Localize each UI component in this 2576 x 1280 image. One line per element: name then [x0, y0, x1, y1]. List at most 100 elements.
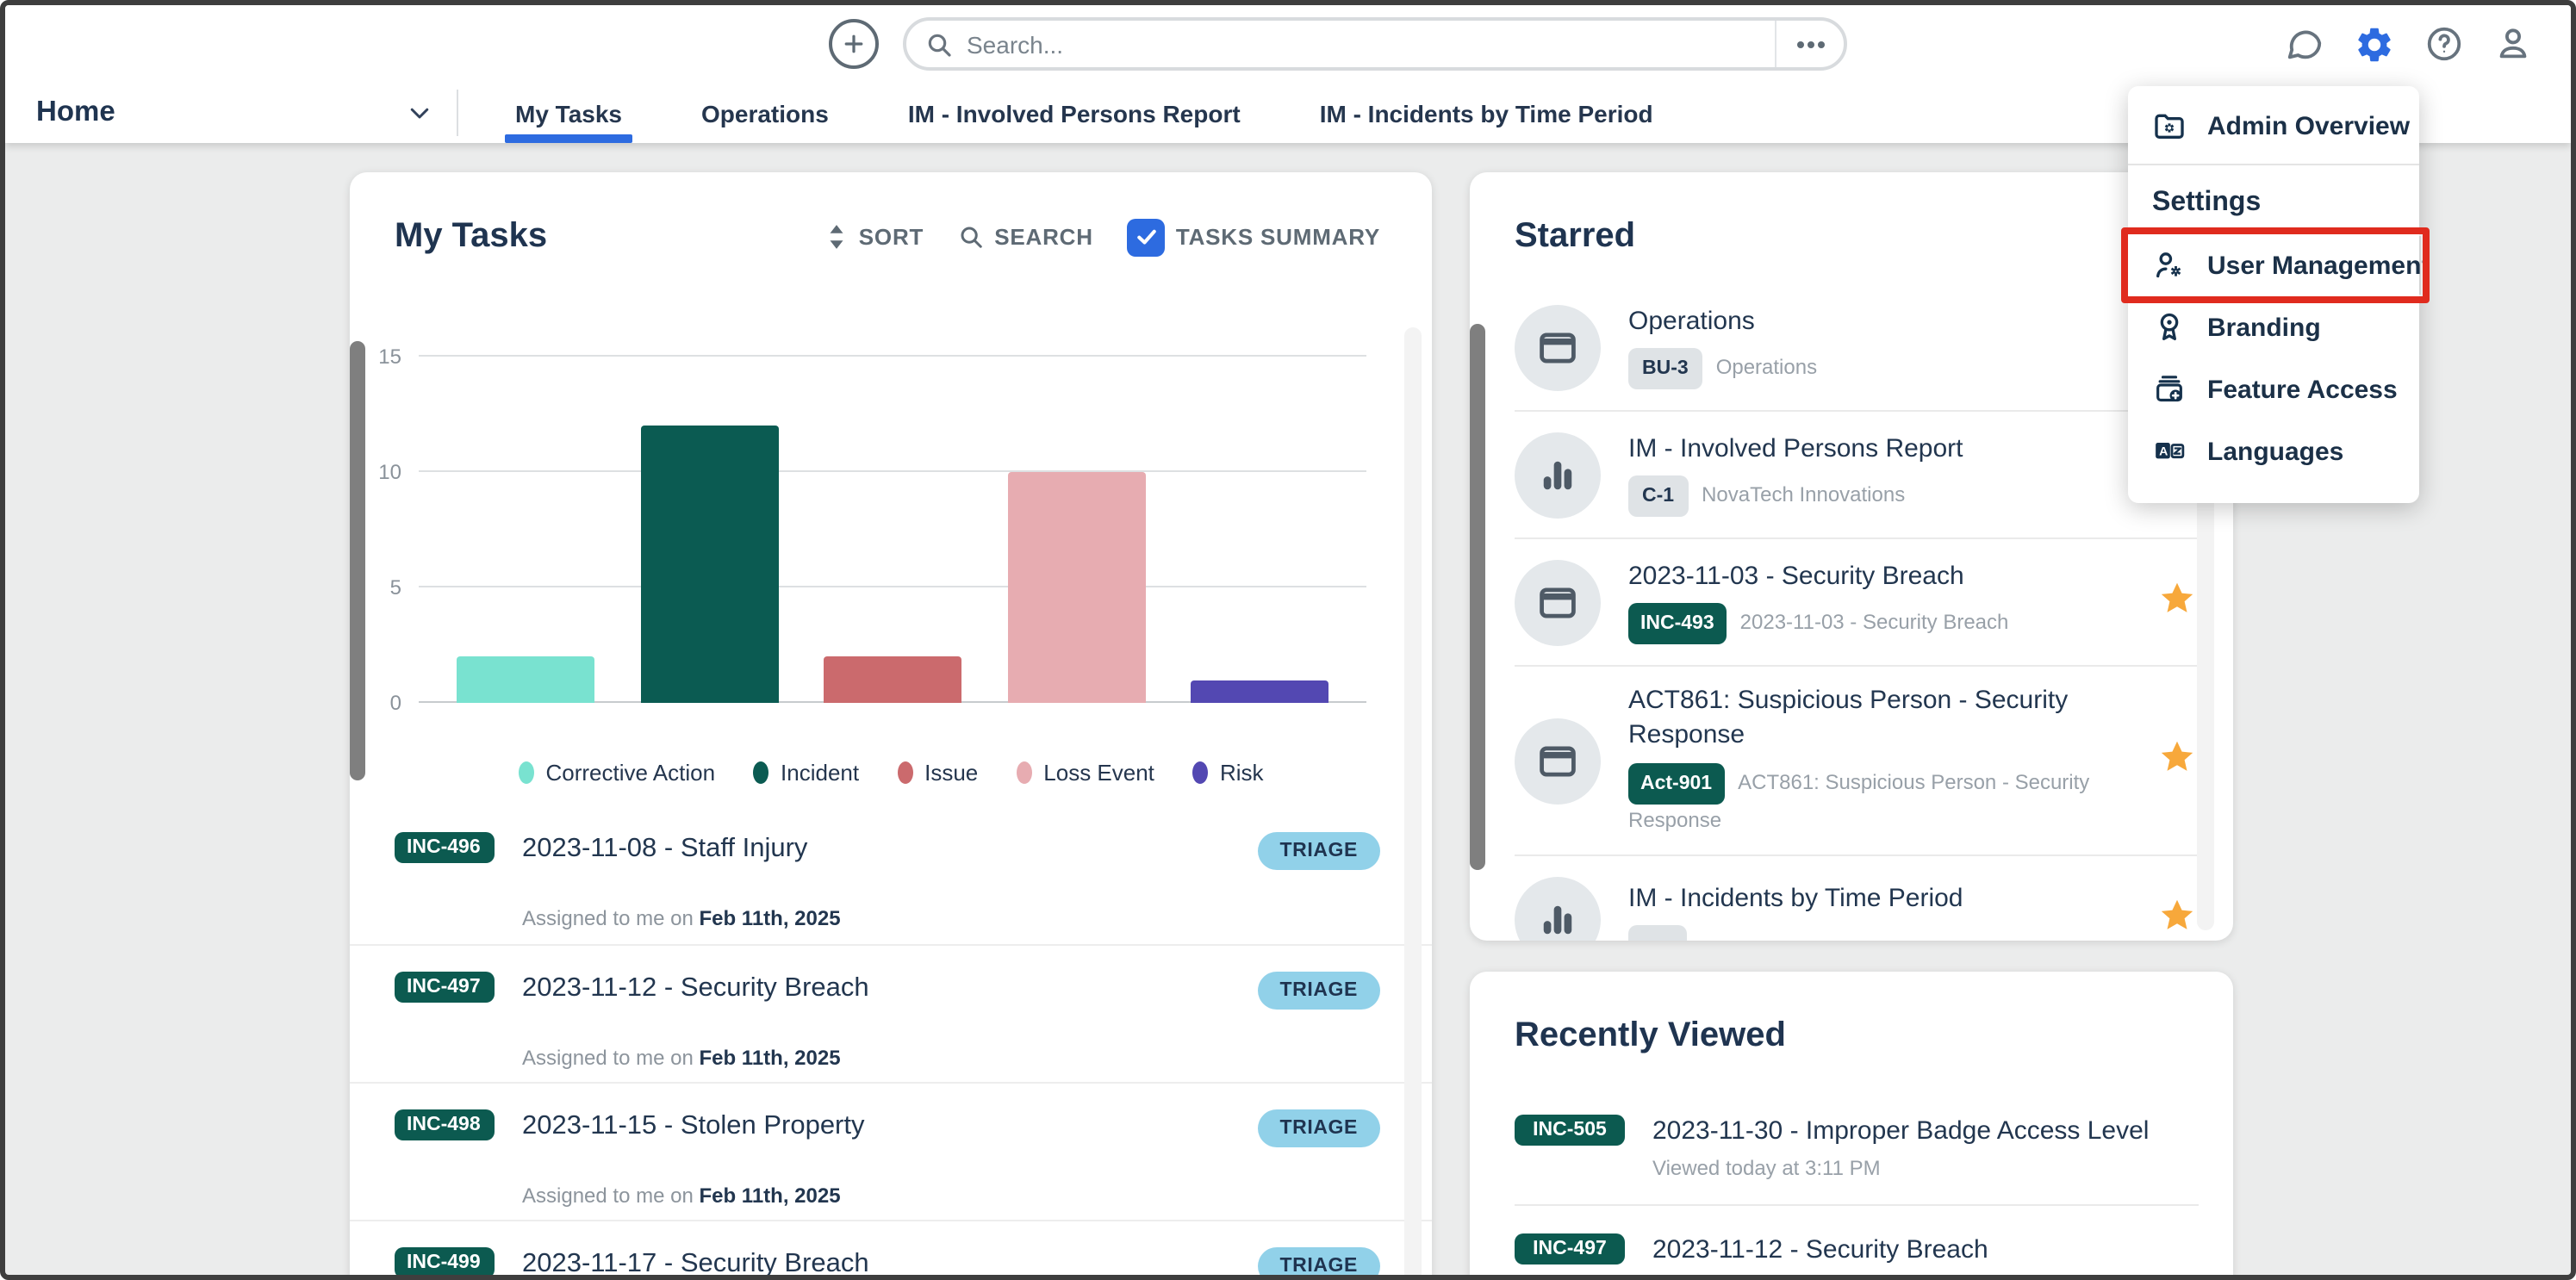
- bar-chart-icon: [1515, 877, 1601, 941]
- recently-viewed-item-time: Viewed today at 3:11 PM: [1652, 1156, 2199, 1180]
- bar-issue: [824, 656, 961, 703]
- starred-item[interactable]: IM - Involved Persons Report C-1NovaTech…: [1515, 412, 2199, 539]
- task-row[interactable]: INC-498 2023-11-15 - Stolen Property TRI…: [350, 1082, 1432, 1220]
- global-search: [903, 17, 1847, 71]
- starred-item-meta: [1628, 925, 2130, 941]
- tasks-summary-checkbox[interactable]: [1128, 218, 1166, 256]
- task-title: 2023-11-08 - Staff Injury: [522, 834, 1230, 865]
- chevron-down-icon: [407, 100, 432, 126]
- starred-title: Starred: [1515, 217, 2199, 257]
- check-icon: [1134, 224, 1160, 250]
- plus-icon: [841, 31, 867, 57]
- bar-chart-icon: [1515, 432, 1601, 518]
- starred-item-title: IM - Involved Persons Report: [1628, 432, 2130, 467]
- legend-marker: [897, 761, 912, 784]
- search-input[interactable]: [953, 30, 1775, 58]
- starred-item-title: Operations: [1628, 304, 2130, 339]
- starred-item-title: IM - Incidents by Time Period: [1628, 882, 2130, 917]
- task-row[interactable]: INC-497 2023-11-12 - Security Breach TRI…: [350, 944, 1432, 1082]
- sort-button[interactable]: SORT: [826, 224, 924, 250]
- legend-marker: [1192, 761, 1208, 784]
- starred-item[interactable]: 2023-11-03 - Security Breach INC-4932023…: [1515, 539, 2199, 667]
- recently-viewed-item[interactable]: INC-497 2023-11-12 - Security Breach Vie…: [1515, 1206, 2199, 1280]
- task-title: 2023-11-17 - Security Breach: [522, 1249, 1230, 1280]
- window-icon: [1515, 559, 1601, 645]
- window-icon: [1515, 304, 1601, 390]
- tasks-bar-chart: 051015: [419, 357, 1366, 703]
- task-row[interactable]: INC-496 2023-11-08 - Staff Injury TRIAGE…: [350, 806, 1432, 944]
- sort-arrows-icon: [826, 224, 849, 250]
- ref-badge: Act-901: [1628, 762, 1724, 805]
- starred-item-meta: INC-4932023-11-03 - Security Breach: [1628, 603, 2130, 645]
- task-list: INC-496 2023-11-08 - Staff Injury TRIAGE…: [350, 806, 1432, 1280]
- quick-add-button[interactable]: [829, 19, 879, 69]
- ref-badge: INC-493: [1628, 603, 1727, 645]
- bar-corrective-action: [457, 656, 594, 703]
- legend-marker: [1016, 761, 1031, 784]
- search-more-button[interactable]: [1775, 21, 1844, 67]
- legend-marker: [753, 761, 768, 784]
- recently-viewed-item-time: Viewed today at 3:11 PM: [1652, 1275, 2199, 1280]
- starred-item-title: 2023-11-03 - Security Breach: [1628, 559, 2130, 594]
- task-id-badge: INC-498: [395, 1109, 495, 1140]
- menu-item-label: Branding: [2207, 313, 2321, 342]
- translate-icon: A: [2152, 434, 2187, 469]
- tab-operations[interactable]: Operations: [662, 83, 868, 143]
- y-tick-label: 10: [378, 460, 401, 484]
- recently-viewed-item-title: 2023-11-30 - Improper Badge Access Level: [1652, 1116, 2199, 1146]
- task-assigned: Assigned to me on Feb 11th, 2025: [522, 906, 1230, 930]
- bar-risk: [1191, 680, 1328, 703]
- legend-label: Loss Event: [1043, 760, 1154, 786]
- starred-scrollbar-thumb[interactable]: [1470, 324, 1485, 870]
- recently-viewed-panel: Recently Viewed INC-505 2023-11-30 - Imp…: [1470, 972, 2233, 1280]
- home-dropdown-label: Home: [36, 96, 393, 129]
- my-tasks-scrollbar-thumb[interactable]: [350, 341, 365, 780]
- menu-item-branding[interactable]: Branding: [2128, 296, 2419, 358]
- starred-item[interactable]: IM - Incidents by Time Period: [1515, 856, 2199, 941]
- help-icon[interactable]: [2424, 24, 2464, 64]
- tasks-summary-toggle[interactable]: TASKS SUMMARY: [1128, 218, 1380, 256]
- recently-viewed-item[interactable]: INC-505 2023-11-30 - Improper Badge Acce…: [1515, 1087, 2199, 1206]
- task-row[interactable]: INC-499 2023-11-17 - Security Breach TRI…: [350, 1220, 1432, 1280]
- starred-item-meta: BU-3Operations: [1628, 348, 2130, 390]
- settings-gear-icon[interactable]: [2354, 23, 2395, 65]
- folder-gear-icon: [2152, 109, 2187, 143]
- task-id-badge: INC-499: [395, 1247, 495, 1278]
- starred-item-meta: Act-901ACT861: Suspicious Person - Secur…: [1628, 762, 2130, 837]
- task-title: 2023-11-12 - Security Breach: [522, 973, 1230, 1004]
- tab-my-tasks[interactable]: My Tasks: [476, 83, 662, 143]
- sort-label: SORT: [859, 224, 924, 250]
- menu-item-label: Feature Access: [2207, 375, 2398, 404]
- tab-im-incidents-by-time-period[interactable]: IM - Incidents by Time Period: [1280, 83, 1693, 143]
- y-tick-label: 5: [390, 575, 401, 600]
- user-icon[interactable]: [2493, 24, 2533, 64]
- nav-divider: [457, 90, 458, 136]
- menu-item-feature-access[interactable]: Feature Access: [2128, 358, 2419, 420]
- award-icon: [2152, 310, 2187, 345]
- ref-badge: C-1: [1628, 475, 1688, 518]
- menu-item-label: Admin Overview: [2207, 111, 2410, 140]
- menu-item-user-management[interactable]: User Management: [2128, 234, 2419, 296]
- my-tasks-panel: My Tasks SORT SEARCH: [350, 172, 1432, 1280]
- starred-item[interactable]: ACT861: Suspicious Person - Security Res…: [1515, 667, 2199, 856]
- star-icon[interactable]: [2157, 896, 2199, 941]
- menu-item-languages[interactable]: A Languages: [2128, 420, 2419, 482]
- chart-legend: Corrective ActionIncidentIssueLoss Event…: [350, 760, 1432, 786]
- svg-text:A: A: [2159, 445, 2168, 459]
- status-badge: TRIAGE: [1258, 1109, 1381, 1147]
- home-dropdown[interactable]: Home: [5, 83, 457, 143]
- my-tasks-scrollbar-track[interactable]: [1404, 327, 1422, 1280]
- box-plus-icon: [2152, 372, 2187, 407]
- star-icon[interactable]: [2157, 578, 2199, 626]
- record-id-badge: INC-497: [1515, 1233, 1625, 1264]
- starred-item-meta: C-1NovaTech Innovations: [1628, 475, 2130, 518]
- menu-item-admin-overview[interactable]: Admin Overview: [2128, 95, 2419, 157]
- legend-item: Risk: [1192, 760, 1264, 786]
- legend-item: Corrective Action: [519, 760, 716, 786]
- star-icon[interactable]: [2157, 736, 2199, 785]
- tab-im-involved-persons-report[interactable]: IM - Involved Persons Report: [868, 83, 1280, 143]
- chat-icon[interactable]: [2285, 24, 2324, 64]
- starred-item[interactable]: Operations BU-3Operations: [1515, 284, 2199, 412]
- search-label: SEARCH: [994, 224, 1093, 250]
- search-tasks-button[interactable]: SEARCH: [958, 224, 1093, 250]
